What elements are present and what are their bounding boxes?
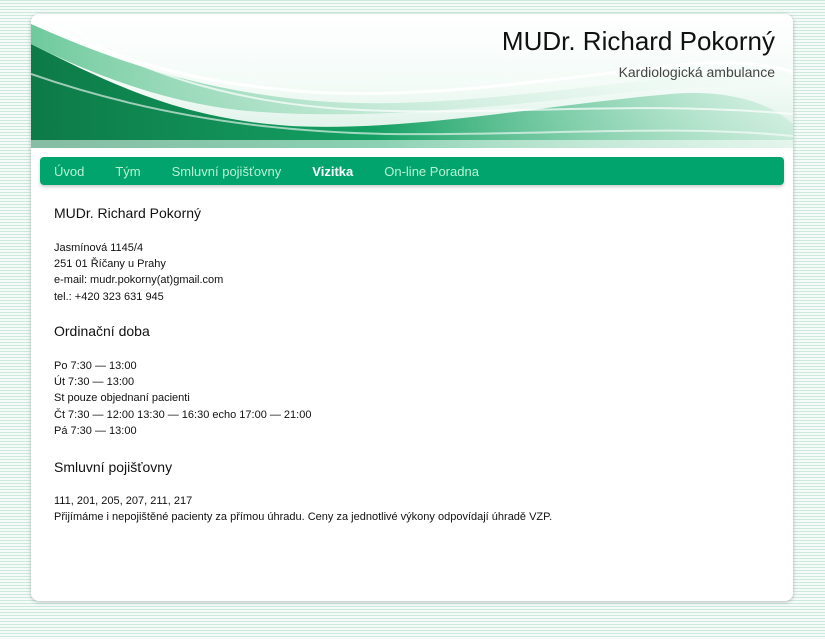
hours-block: Po 7:30 — 13:00 Út 7:30 — 13:00 St pouze… xyxy=(54,358,311,439)
insurance-codes: 111, 201, 205, 207, 211, 217 xyxy=(54,495,193,507)
nav-item-tym[interactable]: Tým xyxy=(115,164,140,179)
header-banner: MUDr. Richard Pokorný Kardiologická ambu… xyxy=(31,14,793,148)
contact-phone: tel.: +420 323 631 945 xyxy=(54,290,164,303)
main-navigation: Úvod Tým Smluvní pojišťovny Vizitka On-l… xyxy=(40,157,784,185)
insurance-block: 111, 201, 205, 207, 211, 217 Přijímáme i… xyxy=(54,493,552,525)
nav-item-online-poradna[interactable]: On-line Poradna xyxy=(384,164,479,179)
address-city: 251 01 Říčany u Prahy xyxy=(54,258,166,271)
hours-line: Pá 7:30 — 13:00 xyxy=(54,424,137,437)
hours-line: Út 7:30 — 13:00 xyxy=(54,376,135,389)
page-container: MUDr. Richard Pokorný Kardiologická ambu… xyxy=(31,14,793,601)
hours-line: Čt 7:30 — 12:00 13:30 — 16:30 echo 17:00… xyxy=(54,408,312,421)
contact-email: e-mail: mudr.pokorny(at)gmail.com xyxy=(54,274,224,287)
nav-item-uvod[interactable]: Úvod xyxy=(54,164,84,179)
insurance-heading: Smluvní pojišťovny xyxy=(54,459,173,475)
contact-block: Jasmínová 1145/4 251 01 Říčany u Prahy e… xyxy=(54,240,223,305)
address-street: Jasmínová 1145/4 xyxy=(54,242,144,254)
site-title: MUDr. Richard Pokorný xyxy=(501,26,775,56)
nav-item-smluvni-pojistovny[interactable]: Smluvní pojišťovny xyxy=(172,164,282,179)
nav-item-vizitka[interactable]: Vizitka xyxy=(312,164,353,179)
site-subtitle: Kardiologická ambulance xyxy=(618,64,775,80)
hours-line: St pouze objednaní pacienti xyxy=(54,392,190,405)
hours-heading: Ordinační doba xyxy=(54,323,150,339)
contact-heading: MUDr. Richard Pokorný xyxy=(54,205,202,221)
insurance-note: Přijímáme i nepojištěné pacienty za přím… xyxy=(54,511,553,524)
hours-line: Po 7:30 — 13:00 xyxy=(54,360,137,372)
